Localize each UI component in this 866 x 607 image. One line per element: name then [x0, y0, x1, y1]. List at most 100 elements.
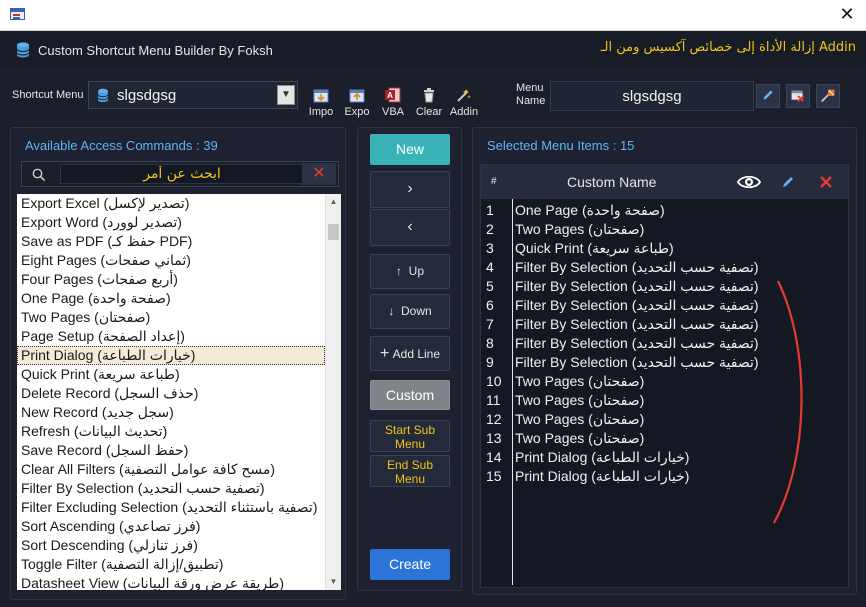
- menu-name-label: Menu Name: [516, 82, 545, 108]
- end-sub-menu-button[interactable]: End Sub Menu: [370, 455, 450, 487]
- list-scrollbar[interactable]: ▲ ▼: [325, 194, 341, 590]
- clear-button[interactable]: Clear: [412, 86, 446, 118]
- row-number: 15: [486, 468, 502, 484]
- command-search: ✕: [21, 161, 339, 187]
- shortcut-menu-label: Shortcut Menu: [12, 89, 84, 101]
- database-icon: [16, 42, 30, 58]
- export-button[interactable]: Expo: [340, 86, 374, 118]
- available-commands-panel: Available Access Commands : 39 ✕ Export …: [10, 127, 346, 600]
- scroll-up-arrow[interactable]: ▲: [326, 194, 341, 210]
- addin-button[interactable]: Addin: [447, 86, 481, 118]
- start-sub-menu-button[interactable]: Start Sub Menu: [370, 420, 450, 452]
- pencil-icon[interactable]: [780, 173, 796, 191]
- vba-button[interactable]: A VBA: [376, 86, 410, 118]
- row-number: 7: [486, 316, 494, 332]
- import-button[interactable]: Impo: [304, 86, 338, 118]
- selected-item-row[interactable]: 3 Quick Print (طباعة سريعة): [481, 239, 848, 258]
- rename-menu-button[interactable]: [756, 84, 780, 108]
- column-number-header: #: [491, 176, 497, 187]
- scroll-down-arrow[interactable]: ▼: [326, 574, 341, 590]
- commands-list[interactable]: Export Excel (تصدير لإكسل) Export Word (ت…: [17, 194, 341, 590]
- custom-button[interactable]: Custom: [370, 380, 450, 410]
- command-list-item[interactable]: Sort Ascending (فرز تصاعدي): [17, 517, 325, 536]
- new-button[interactable]: New: [370, 134, 450, 165]
- vba-label: VBA: [381, 106, 404, 118]
- row-custom-name: Filter By Selection (تصفية حسب التحديد): [515, 335, 759, 351]
- row-number: 4: [486, 259, 494, 275]
- row-number: 6: [486, 297, 494, 313]
- command-list-item[interactable]: Refresh (تحديث البيانات): [17, 422, 325, 441]
- row-number: 13: [486, 430, 502, 446]
- arrow-up-icon: ↑: [395, 264, 402, 278]
- row-number: 5: [486, 278, 494, 294]
- row-number: 2: [486, 221, 494, 237]
- svg-text:A: A: [387, 91, 393, 100]
- row-number: 11: [486, 392, 501, 408]
- addin-icon: [457, 89, 471, 102]
- delete-menu-button[interactable]: [786, 84, 810, 108]
- command-list-item[interactable]: Four Pages (أربع صفحات): [17, 270, 325, 289]
- command-list-item[interactable]: Toggle Filter (تطبيق/إزالة التصفية): [17, 555, 325, 574]
- row-custom-name: Print Dialog (خيارات الطباعة): [515, 449, 690, 465]
- row-custom-name: Filter By Selection (تصفية حسب التحديد): [515, 354, 759, 370]
- selected-item-row[interactable]: 2 Two Pages (صفحتان): [481, 220, 848, 239]
- trash-icon: [424, 88, 434, 103]
- command-list-item[interactable]: Sort Descending (فرز تنازلي): [17, 536, 325, 555]
- end-sub-menu-line1: End Sub: [386, 458, 434, 472]
- create-button[interactable]: Create: [370, 549, 450, 580]
- menu-tools-button[interactable]: [816, 84, 840, 108]
- move-down-label: Down: [400, 304, 432, 318]
- row-custom-name: Two Pages (صفحتان): [515, 411, 645, 427]
- delete-menu-icon: [791, 90, 805, 103]
- command-list-item[interactable]: Datasheet View (طريقة عرض ورقة البيانات): [17, 574, 325, 590]
- row-custom-name: Two Pages (صفحتان): [515, 221, 645, 237]
- move-up-button[interactable]: ↑ Up: [370, 254, 450, 289]
- command-list-item[interactable]: Filter By Selection (تصفية حسب التحديد): [17, 479, 325, 498]
- close-icon[interactable]: [818, 173, 834, 191]
- chevron-down-icon[interactable]: ▼: [277, 85, 295, 105]
- remove-addin-link[interactable]: إزالة الأداة إلى خصائص آكسيس ومن الـ Add…: [601, 40, 856, 55]
- red-bracket-annotation: [773, 280, 803, 524]
- move-down-button[interactable]: ↓ Down: [370, 294, 450, 329]
- end-sub-menu-line2: Menu: [394, 472, 426, 486]
- row-custom-name: Filter By Selection (تصفية حسب التحديد): [515, 278, 759, 294]
- import-icon: [313, 89, 329, 103]
- command-list-item[interactable]: Export Word (تصدير لوورد): [17, 213, 325, 232]
- move-right-button[interactable]: ›: [370, 171, 450, 208]
- app-title: Custom Shortcut Menu Builder By Foksh: [38, 43, 273, 58]
- command-list-item[interactable]: Clear All Filters (مسح كافة عوامل التصفي…: [17, 460, 325, 479]
- command-list-item[interactable]: Filter Excluding Selection (تصفية باستثن…: [17, 498, 325, 517]
- move-left-button[interactable]: ‹: [370, 209, 450, 246]
- command-list-item[interactable]: Save Record (حفظ السجل): [17, 441, 325, 460]
- command-list-item[interactable]: Export Excel (تصدير لإكسل): [17, 194, 325, 213]
- row-number: 12: [486, 411, 502, 427]
- chevron-right-icon: ›: [407, 180, 413, 197]
- command-list-item[interactable]: New Record (سجل جديد): [17, 403, 325, 422]
- row-number: 10: [486, 373, 502, 389]
- app-body: Custom Shortcut Menu Builder By Foksh إز…: [0, 31, 866, 607]
- selected-item-row[interactable]: 4 Filter By Selection (تصفية حسب التحديد): [481, 258, 848, 277]
- eye-icon[interactable]: [737, 173, 761, 191]
- command-list-item[interactable]: Quick Print (طباعة سريعة): [17, 365, 325, 384]
- selected-items-heading: Selected Menu Items : 15: [487, 138, 635, 153]
- add-line-button[interactable]: + Add Line: [370, 336, 450, 371]
- shortcut-menu-dropdown[interactable]: slgsdgsg ▼: [88, 81, 298, 109]
- search-input[interactable]: [60, 164, 304, 184]
- row-custom-name: Filter By Selection (تصفية حسب التحديد): [515, 316, 759, 332]
- window-close-button[interactable]: ✕: [836, 4, 858, 26]
- clear-search-button[interactable]: ✕: [302, 163, 336, 185]
- command-list-item[interactable]: Save as PDF (حفظ كـ PDF): [17, 232, 325, 251]
- scroll-thumb[interactable]: [328, 224, 339, 240]
- database-icon: [97, 88, 109, 103]
- command-list-item[interactable]: Two Pages (صفحتان): [17, 308, 325, 327]
- selected-item-row[interactable]: 1 One Page (صفحة واحدة): [481, 201, 848, 220]
- row-custom-name: Quick Print (طباعة سريعة): [515, 240, 674, 256]
- command-list-item[interactable]: One Page (صفحة واحدة): [17, 289, 325, 308]
- command-list-item[interactable]: Eight Pages (ثماني صفحات): [17, 251, 325, 270]
- available-commands-heading: Available Access Commands : 39: [25, 138, 218, 153]
- command-list-item[interactable]: Print Dialog (خيارات الطباعة): [17, 346, 325, 365]
- import-label: Impo: [308, 106, 334, 118]
- command-list-item[interactable]: Delete Record (حذف السجل): [17, 384, 325, 403]
- command-list-item[interactable]: Page Setup (إعداد الصفحة): [17, 327, 325, 346]
- menu-name-field[interactable]: slgsdgsg: [550, 81, 754, 111]
